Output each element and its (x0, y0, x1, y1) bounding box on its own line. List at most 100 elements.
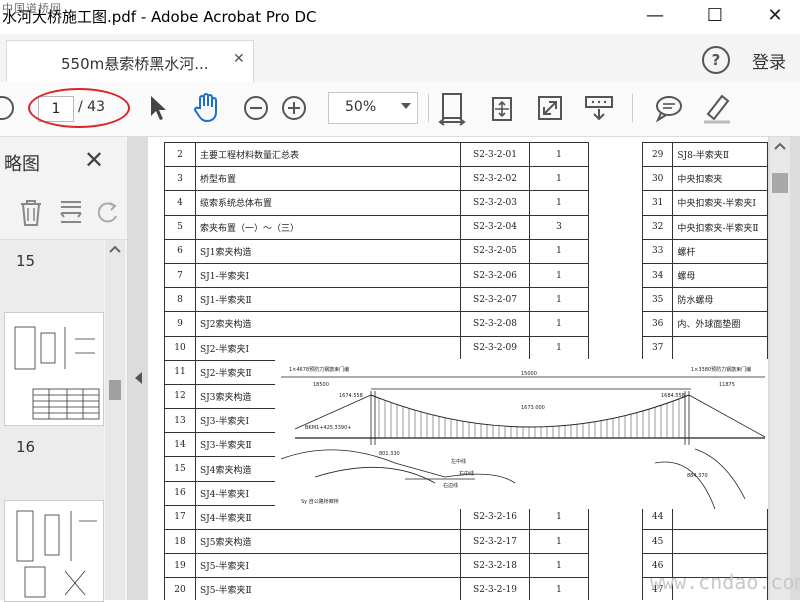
thumbnail-drawing (14, 326, 100, 420)
hand-icon[interactable] (192, 92, 222, 124)
comment-icon[interactable] (654, 94, 684, 122)
zoom-in-icon[interactable] (280, 94, 308, 122)
scrollbar-thumb[interactable] (109, 380, 121, 400)
row-number: 11 (164, 359, 196, 385)
close-panel-icon[interactable]: ✕ (84, 146, 104, 174)
pdf-page: 2 主要工程材料数量汇总表 S2-3-2-01 1 3 桥型布置 S2-3-2-02 1 4 缆索… (148, 137, 768, 600)
document-tab[interactable]: 550m悬索桥黑水河... ✕ (6, 40, 254, 83)
table-row: 34 螺母 (641, 262, 768, 289)
drawing-name: SJ1-半索夹Ⅱ (195, 287, 461, 313)
table-row: 29 SJ8-半索夹Ⅱ (641, 141, 768, 168)
table-row: 32 中央扣索夹-半索夹Ⅱ (641, 214, 768, 240)
read-mode-icon[interactable] (584, 94, 614, 122)
minimize-button[interactable]: — (632, 2, 678, 30)
close-window-button[interactable]: ✕ (752, 2, 798, 30)
row-number: 10 (164, 335, 196, 361)
drawing-name: 桥型布置 (195, 166, 461, 192)
insert-page-icon[interactable] (58, 198, 84, 228)
collapse-panel-icon[interactable] (135, 372, 142, 384)
drawing-code: S2-3-2-08 (460, 311, 530, 337)
drawing-span-right: 11875 (719, 382, 735, 388)
drawing-span-left: 18500 (313, 382, 329, 388)
fit-page-icon[interactable] (438, 92, 466, 126)
row-number: 31 (641, 190, 674, 216)
thumbnail-page-number: 16 (16, 438, 36, 456)
row-number: 9 (164, 311, 196, 337)
close-tab-icon[interactable]: ✕ (233, 51, 245, 67)
drawing-name: SJ5-半索夹Ⅱ (195, 577, 461, 600)
drawing-note-right: 1×3380预防力钢筋束门编 (691, 366, 751, 373)
row-number: 3 (164, 166, 196, 192)
drawing-name: SJ2索夹构造 (195, 311, 461, 337)
maximize-button[interactable]: ☐ (692, 2, 738, 30)
drawing-code: S2-3-2-04 (460, 214, 530, 240)
thumbnail-panel-title: 略图 (4, 154, 40, 175)
prev-page-icon[interactable] (0, 94, 18, 122)
table-row: 2 主要工程材料数量汇总表 S2-3-2-01 1 (164, 141, 589, 168)
sheet-count: 1 (529, 141, 589, 168)
drawing-name: 防水螺母 (672, 287, 768, 313)
sheet-count: 1 (529, 287, 589, 313)
page-thumbnail[interactable] (4, 312, 104, 426)
drawing-caption-left: Sy 自公路桥廊桥 (301, 498, 339, 505)
scroll-up-icon[interactable] (770, 137, 790, 157)
drawing-name: 内、外球面垫圈 (672, 311, 768, 337)
thumbnail-scrollbar[interactable] (105, 240, 125, 600)
row-number: 18 (164, 528, 196, 555)
thumbnail-drawing (16, 510, 97, 598)
page-thumbnail[interactable] (4, 500, 104, 602)
row-number: 2 (164, 141, 196, 168)
sheet-count: 1 (529, 238, 589, 264)
row-number: 36 (641, 311, 674, 337)
drawing-code: S2-3-2-18 (460, 553, 530, 579)
drawing-code: S2-3-2-02 (460, 166, 530, 192)
drawing-code: S2-3-2-17 (460, 528, 530, 555)
scrollbar-thumb[interactable] (772, 173, 788, 193)
zoom-out-icon[interactable] (242, 94, 270, 122)
row-number: 32 (641, 214, 674, 240)
drawing-name: 螺杆 (672, 238, 768, 264)
table-row: 33 螺杆 (641, 238, 768, 264)
table-row: 7 SJ1-半索夹Ⅰ S2-3-2-06 1 (164, 262, 589, 289)
zoom-select[interactable]: 50% (328, 92, 418, 124)
drawing-name: SJ1-半索夹Ⅰ (195, 262, 461, 289)
drawing-name: 中央扣索夹-半索夹Ⅱ (672, 214, 768, 240)
scroll-up-icon[interactable] (105, 240, 125, 260)
drawing-water-left: 801.330 (379, 451, 400, 457)
drawing-name (672, 335, 768, 361)
rotate-icon[interactable] (98, 200, 120, 226)
highlight-pen-icon[interactable] (700, 92, 734, 124)
drawing-name: 索夹布置（一）～（三） (195, 214, 461, 240)
annotation-oval (28, 88, 130, 128)
trash-icon[interactable] (18, 198, 44, 228)
table-row: 37 (641, 335, 768, 361)
row-number: 35 (641, 287, 674, 313)
drawing-code: S2-3-2-03 (460, 190, 530, 216)
drawing-code: S2-3-2-19 (460, 577, 530, 600)
table-row: 20 SJ5-半索夹Ⅱ S2-3-2-19 1 (164, 577, 589, 600)
table-row: 18 SJ5索夹构造 S2-3-2-17 1 (164, 528, 589, 555)
drawing-name: 中央扣索夹 (672, 166, 768, 192)
row-number: 19 (164, 553, 196, 579)
sheet-count: 1 (529, 311, 589, 337)
row-number: 37 (641, 335, 674, 361)
login-link[interactable]: 登录 (752, 48, 786, 73)
thumbnail-page-number: 15 (16, 252, 36, 270)
pan-zoom-icon[interactable] (488, 94, 516, 124)
table-row: 8 SJ1-半索夹Ⅱ S2-3-2-07 1 (164, 287, 589, 313)
drawing-elev-center: 1673.000 (521, 405, 545, 411)
help-icon[interactable]: ? (702, 46, 730, 74)
document-scrollbar[interactable] (770, 137, 790, 600)
table-row: 9 SJ2索夹构造 S2-3-2-08 1 (164, 311, 589, 337)
chevron-down-icon (401, 103, 411, 109)
document-tab-label: 550m悬索桥黑水河... (61, 55, 209, 73)
drawing-name: SJ1索夹构造 (195, 238, 461, 264)
drawing-elev-left: 1674.558 (339, 393, 363, 399)
drawing-code: S2-3-2-09 (460, 335, 530, 361)
drawing-note-left: 1×4678预防力钢筋束门编 (289, 366, 349, 373)
table-row: 45 (641, 528, 768, 555)
row-number: 4 (164, 190, 196, 216)
fullscreen-icon[interactable] (536, 94, 564, 122)
drawing-name: SJ5-半索夹Ⅰ (195, 553, 461, 579)
select-arrow-icon[interactable] (148, 94, 170, 122)
